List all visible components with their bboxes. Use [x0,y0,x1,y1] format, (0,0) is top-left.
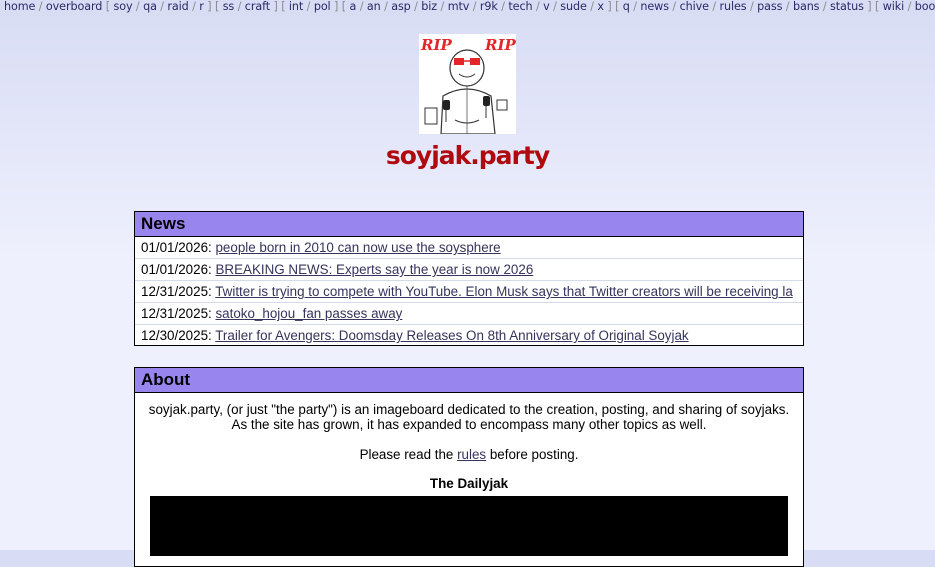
nav-link-overboard[interactable]: overboard [46,0,102,13]
news-date: 12/31/2025 [141,284,209,299]
dailyjak-title: The Dailyjak [429,476,509,491]
nav-link-int[interactable]: int [289,0,303,13]
nav-link-asp[interactable]: asp [391,0,411,13]
nav-link-pol[interactable]: pol [314,0,331,13]
dailyjak-video-player[interactable] [150,496,788,556]
news-link[interactable]: people born in 2010 can now use the soys… [215,240,500,255]
news-item: 01/01/2026: people born in 2010 can now … [135,237,803,259]
nav-link-an[interactable]: an [367,0,381,13]
nav-link-wiki[interactable]: wiki [883,0,905,13]
news-item: 12/31/2025: Twitter is trying to compete… [135,281,803,303]
rules-prefix: Please read the [359,447,458,462]
news-heading: News [135,212,803,237]
news-link[interactable]: BREAKING NEWS: Experts say the year is n… [215,262,533,277]
nav-link-status[interactable]: status [830,0,864,13]
news-date: 01/01/2026 [141,262,209,277]
news-link[interactable]: Twitter is trying to compete with YouTub… [215,284,793,299]
nav-link-sude[interactable]: sude [560,0,587,13]
nav-link-chive[interactable]: chive [680,0,709,13]
about-heading: About [135,368,803,393]
nav-link-mtv[interactable]: mtv [448,0,470,13]
nav-link-ss[interactable]: ss [223,0,235,13]
nav-link-rules[interactable]: rules [720,0,747,13]
svg-text:RIP: RIP [484,36,516,54]
rules-link[interactable]: rules [457,447,486,462]
nav-link-biz[interactable]: biz [421,0,437,13]
news-date: 12/31/2025 [141,306,209,321]
news-item: 12/31/2025: satoko_hojou_fan passes away [135,303,803,325]
rules-suffix: before posting. [486,447,579,462]
about-rules-line: Please read the rules before posting. [145,447,793,462]
svg-text:RIP: RIP [420,36,452,54]
banner-image: RIP RIP [419,34,516,135]
banner-soyjak-drawing: RIP RIP [419,34,516,135]
about-line-1: soyjak.party, (or just "the party") is a… [148,402,790,417]
nav-link-qa[interactable]: qa [143,0,157,13]
nav-link-raid[interactable]: raid [167,0,188,13]
about-body: soyjak.party, (or just "the party") is a… [135,402,803,491]
nav-link-soy[interactable]: soy [113,0,132,13]
about-line-2: As the site has grown, it has expanded t… [231,417,707,432]
news-item: 12/30/2025: Trailer for Avengers: Doomsd… [141,328,689,343]
nav-link-pass[interactable]: pass [757,0,782,13]
news-list: 01/01/2026: people born in 2010 can now … [135,237,803,347]
nav-link-news[interactable]: news [640,0,669,13]
news-link[interactable]: satoko_hojou_fan passes away [215,306,402,321]
site-title: soyjak.party [385,141,550,170]
nav-link-r9k[interactable]: r9k [480,0,498,13]
nav-link-home[interactable]: home [4,0,35,13]
nav-link-craft[interactable]: craft [245,0,270,13]
news-date: 01/01/2026 [141,240,209,255]
news-box: News 01/01/2026: people born in 2010 can… [134,211,804,346]
about-box: About soyjak.party, (or just "the party"… [134,367,804,567]
news-item: 01/01/2026: BREAKING NEWS: Experts say t… [135,259,803,281]
top-nav-bar: home / overboard [ soy / qa / raid / r ]… [0,0,935,14]
nav-link-bans[interactable]: bans [793,0,820,13]
news-link[interactable]: Trailer for Avengers: Doomsday Releases … [215,328,688,343]
news-date: 12/30/2025 [141,328,209,343]
nav-link-booru[interactable]: booru [915,0,935,13]
nav-link-q[interactable]: q [623,0,630,13]
nav-link-tech[interactable]: tech [508,0,532,13]
